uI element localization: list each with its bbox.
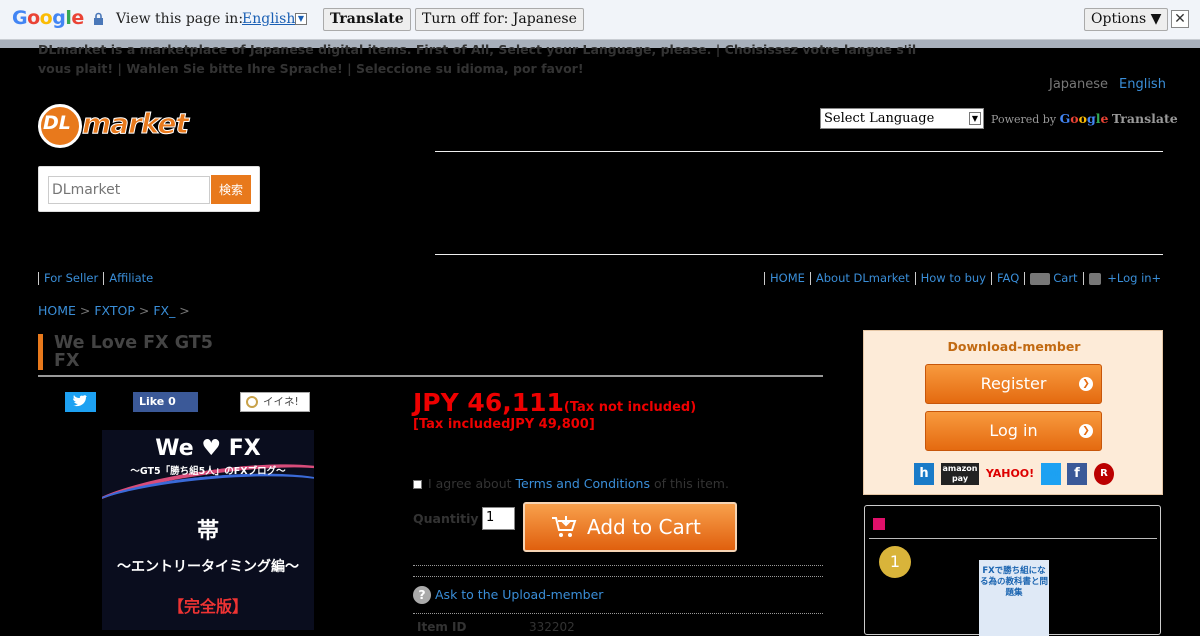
cart-icon	[1030, 272, 1051, 285]
breadcrumb: HOME > FXTOP > FX_ >	[38, 303, 190, 318]
nav-how-to-buy[interactable]: How to buy	[921, 271, 986, 285]
select-language-dropdown[interactable]: Select Language ▼	[820, 108, 984, 129]
twitter-share-button[interactable]	[65, 392, 96, 412]
quantity-input[interactable]: 1	[482, 507, 515, 530]
question-icon: ?	[413, 586, 431, 604]
twitter-icon	[72, 395, 87, 407]
right-nav: HOME About DLmarket How to buy FAQ Cart +Log…	[764, 272, 1166, 285]
nav-affiliate[interactable]: Affiliate	[109, 271, 153, 285]
breadcrumb-home[interactable]: HOME	[38, 303, 76, 318]
nav-faq[interactable]: FAQ	[997, 271, 1019, 285]
lang-english-link[interactable]: English	[1119, 77, 1166, 92]
mixi-check-button[interactable]: イイネ!	[240, 392, 310, 412]
tax-included-price: [Tax includedJPY 49,800]	[413, 417, 595, 432]
add-to-cart-button[interactable]: Add to Cart	[523, 502, 737, 552]
search-button[interactable]: 検索	[211, 175, 251, 204]
product-title: We Love FX GT5 FX	[38, 334, 823, 377]
amazon-pay-icon[interactable]: amazon pay	[941, 463, 979, 485]
nav-cart[interactable]: Cart	[1053, 271, 1077, 285]
search-box: 検索	[38, 166, 260, 212]
search-input[interactable]	[48, 176, 210, 204]
cover-subtitle: ～GT5「勝ち組5人」のFXブログ～	[130, 466, 286, 477]
item-id-label: Item ID	[417, 620, 467, 634]
login-button[interactable]: Log in ❯	[925, 411, 1102, 451]
ranking-box: 1 FXで勝ち組になる為の教科書と問題集	[864, 505, 1161, 636]
item-id-value: 332202	[529, 620, 575, 634]
logo-market: market	[82, 107, 190, 141]
product-title-line2: FX	[54, 351, 80, 371]
nav-home[interactable]: HOME	[770, 271, 805, 285]
lock-icon	[1088, 272, 1101, 285]
product-price: JPY 46,111(Tax not included)	[413, 388, 697, 417]
product-title-line1: We Love FX GT5	[54, 333, 213, 353]
breadcrumb-fx[interactable]: FX_	[153, 303, 175, 318]
ranking-book-thumbnail[interactable]: FXで勝ち組になる為の教科書と問題集	[979, 560, 1049, 636]
intro-text: DLmarket is a marketplace of Japanese di…	[38, 42, 917, 76]
yahoo-icon[interactable]: YAHOO!	[984, 463, 1036, 485]
left-nav: For Seller Affiliate	[38, 272, 158, 285]
lock-icon	[94, 12, 103, 25]
divider	[435, 254, 1163, 255]
language-dropdown-icon[interactable]: ▼	[295, 13, 307, 25]
translate-button[interactable]: Translate	[323, 8, 411, 31]
medal-icon: 1	[879, 546, 911, 578]
cover-obi: 帯	[196, 519, 219, 544]
view-page-label: View this page in:	[116, 11, 244, 27]
language-select-link[interactable]: English	[242, 11, 295, 27]
google-logo: Google	[12, 7, 84, 29]
divider	[413, 613, 823, 614]
breadcrumb-fxtop[interactable]: FXTOP	[94, 303, 135, 318]
powered-by-google[interactable]: Powered by Google Translate	[991, 111, 1178, 126]
facebook-icon[interactable]: f	[1067, 463, 1087, 485]
close-icon[interactable]: ✕	[1171, 10, 1189, 28]
nav-login[interactable]: +Log in+	[1107, 271, 1161, 285]
cover-title: We ♥ FX	[155, 436, 261, 461]
lang-japanese-link[interactable]: Japanese	[1049, 77, 1108, 92]
divider	[435, 151, 1163, 152]
agree-checkbox[interactable]	[413, 480, 422, 489]
nav-about[interactable]: About DLmarket	[816, 271, 910, 285]
mixi-icon	[246, 396, 258, 408]
member-heading: Download-member	[947, 339, 1081, 354]
select-language-value: Select Language	[824, 111, 935, 126]
quantity-label: Quantitiy	[413, 511, 479, 526]
cover-complete: 【完全版】	[167, 597, 248, 616]
arrow-right-icon: ❯	[1079, 424, 1093, 438]
divider	[413, 565, 823, 566]
logo-dl: DL	[43, 112, 71, 134]
chevron-down-icon: ▼	[969, 112, 981, 125]
turn-off-button[interactable]: Turn off for: Japanese	[415, 8, 584, 31]
google-translate-bar: Google View this page in: English ▼ Tran…	[0, 0, 1200, 40]
translate-label: Translate	[1111, 111, 1178, 126]
divider	[413, 576, 823, 577]
hatena-icon[interactable]: h	[914, 463, 934, 485]
cover-entry-timing: ～エントリータイミング編～	[117, 559, 299, 575]
facebook-like-button[interactable]: Like 0	[133, 392, 198, 412]
product-cover-image[interactable]: We ♥ FX ～GT5「勝ち組5人」のFXブログ～ 帯 ～エントリータイミング…	[102, 430, 314, 630]
mixi-label: イイネ!	[263, 396, 299, 408]
terms-link[interactable]: Terms and Conditions	[516, 476, 650, 491]
terms-agreement: I agree about Terms and Conditions of th…	[413, 476, 729, 491]
ask-upload-member[interactable]: ? Ask to the Upload-member	[413, 586, 603, 604]
twitter-icon[interactable]: twitter	[1041, 463, 1061, 485]
like-label: Like 0	[139, 395, 176, 408]
register-button[interactable]: Register ❯	[925, 364, 1102, 404]
cart-icon	[552, 516, 577, 537]
nav-for-seller[interactable]: For Seller	[44, 271, 98, 285]
ranking-marker	[873, 518, 885, 530]
options-button[interactable]: Options ▼	[1084, 8, 1169, 31]
rakuten-icon[interactable]: R	[1094, 463, 1114, 485]
download-member-box: Download-member Register ❯ Log in ❯ h amaz…	[863, 330, 1163, 495]
arrow-right-icon: ❯	[1079, 377, 1093, 391]
